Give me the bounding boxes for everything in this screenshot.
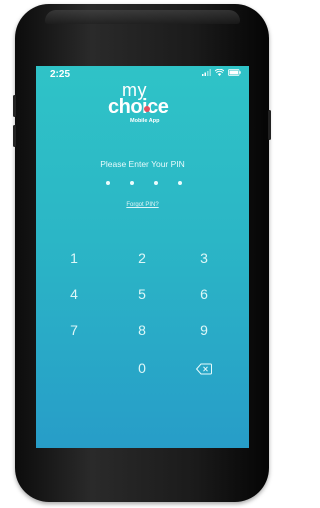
- keypad-key-0[interactable]: 0: [127, 360, 157, 376]
- keypad-key-5[interactable]: 5: [127, 286, 157, 302]
- keypad-key-6[interactable]: 6: [189, 286, 219, 302]
- keypad-key-3[interactable]: 3: [189, 250, 219, 266]
- pin-dot: [130, 181, 134, 185]
- pin-indicator: [106, 181, 186, 187]
- wifi-icon: [215, 69, 224, 76]
- keypad-key-4[interactable]: 4: [59, 286, 89, 302]
- pin-dot: [178, 181, 182, 185]
- logo-subtitle: Mobile App: [130, 118, 160, 124]
- pin-dot: [106, 181, 110, 185]
- status-time: 2:25: [50, 69, 71, 80]
- side-button-volume-up: [13, 95, 16, 117]
- keypad-key-8[interactable]: 8: [127, 322, 157, 338]
- pin-dot: [154, 181, 158, 185]
- forgot-pin-link[interactable]: Forgot PIN?: [36, 202, 249, 208]
- side-button-volume-down: [13, 125, 16, 147]
- side-button-power: [268, 110, 271, 140]
- logo-choice-text: choice: [108, 96, 169, 118]
- battery-icon: [228, 69, 241, 76]
- pin-prompt: Please Enter Your PIN: [100, 159, 185, 169]
- keypad-key-7[interactable]: 7: [59, 322, 89, 338]
- mychoice-logo: my choice Mobile App: [36, 80, 249, 130]
- signal-icon: [202, 69, 211, 76]
- logo-accent-dot: [144, 106, 150, 112]
- phone-top-highlight: [45, 10, 240, 24]
- keypad-key-1[interactable]: 1: [59, 250, 89, 266]
- keypad-key-2[interactable]: 2: [127, 250, 157, 266]
- backspace-icon[interactable]: [196, 363, 212, 375]
- status-icons: [202, 69, 241, 76]
- keypad-key-9[interactable]: 9: [189, 322, 219, 338]
- app-screen: 2:25 my choice Mobile App Please Enter Y…: [36, 66, 249, 448]
